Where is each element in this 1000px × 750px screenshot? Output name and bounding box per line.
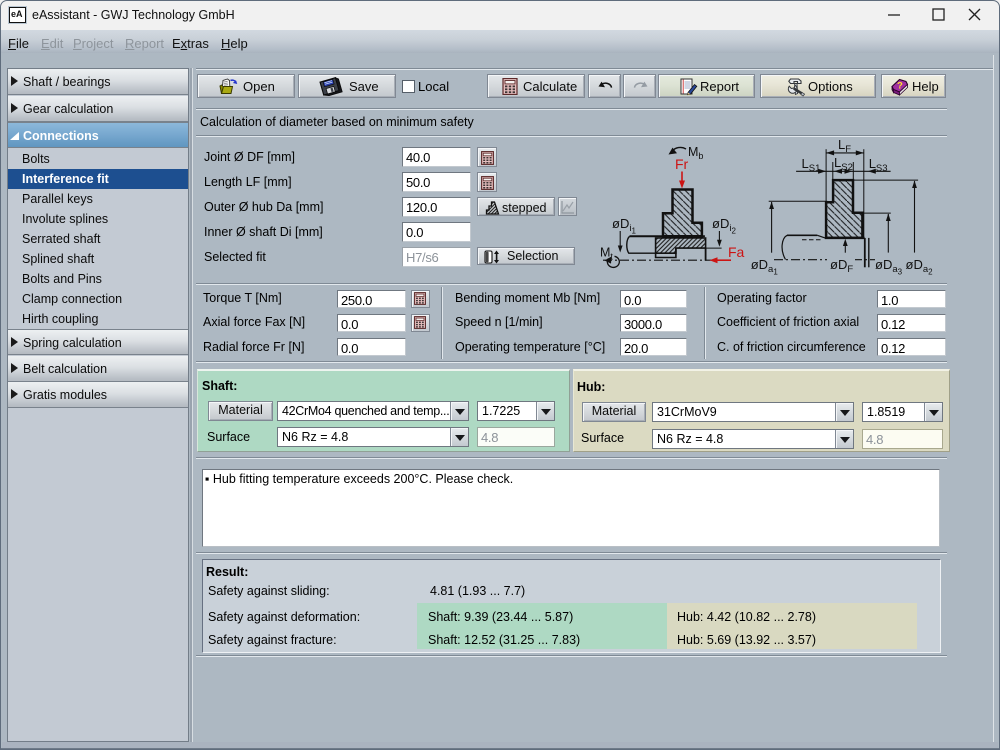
svg-text:øDa2: øDa2 [906, 257, 934, 277]
svg-text:?: ? [897, 81, 903, 92]
svg-text:øDF: øDF [830, 257, 853, 275]
svg-text:Fa: Fa [728, 244, 745, 260]
svg-text:øDa3: øDa3 [875, 257, 903, 277]
svg-text:øDi1: øDi1 [612, 216, 636, 236]
svg-text:Fr: Fr [675, 156, 689, 172]
svg-text:Mb: Mb [688, 145, 703, 161]
svg-text:øDi2: øDi2 [712, 216, 736, 236]
svg-text:Mt: Mt [600, 246, 613, 262]
svg-text:LS2: LS2 [834, 155, 853, 173]
